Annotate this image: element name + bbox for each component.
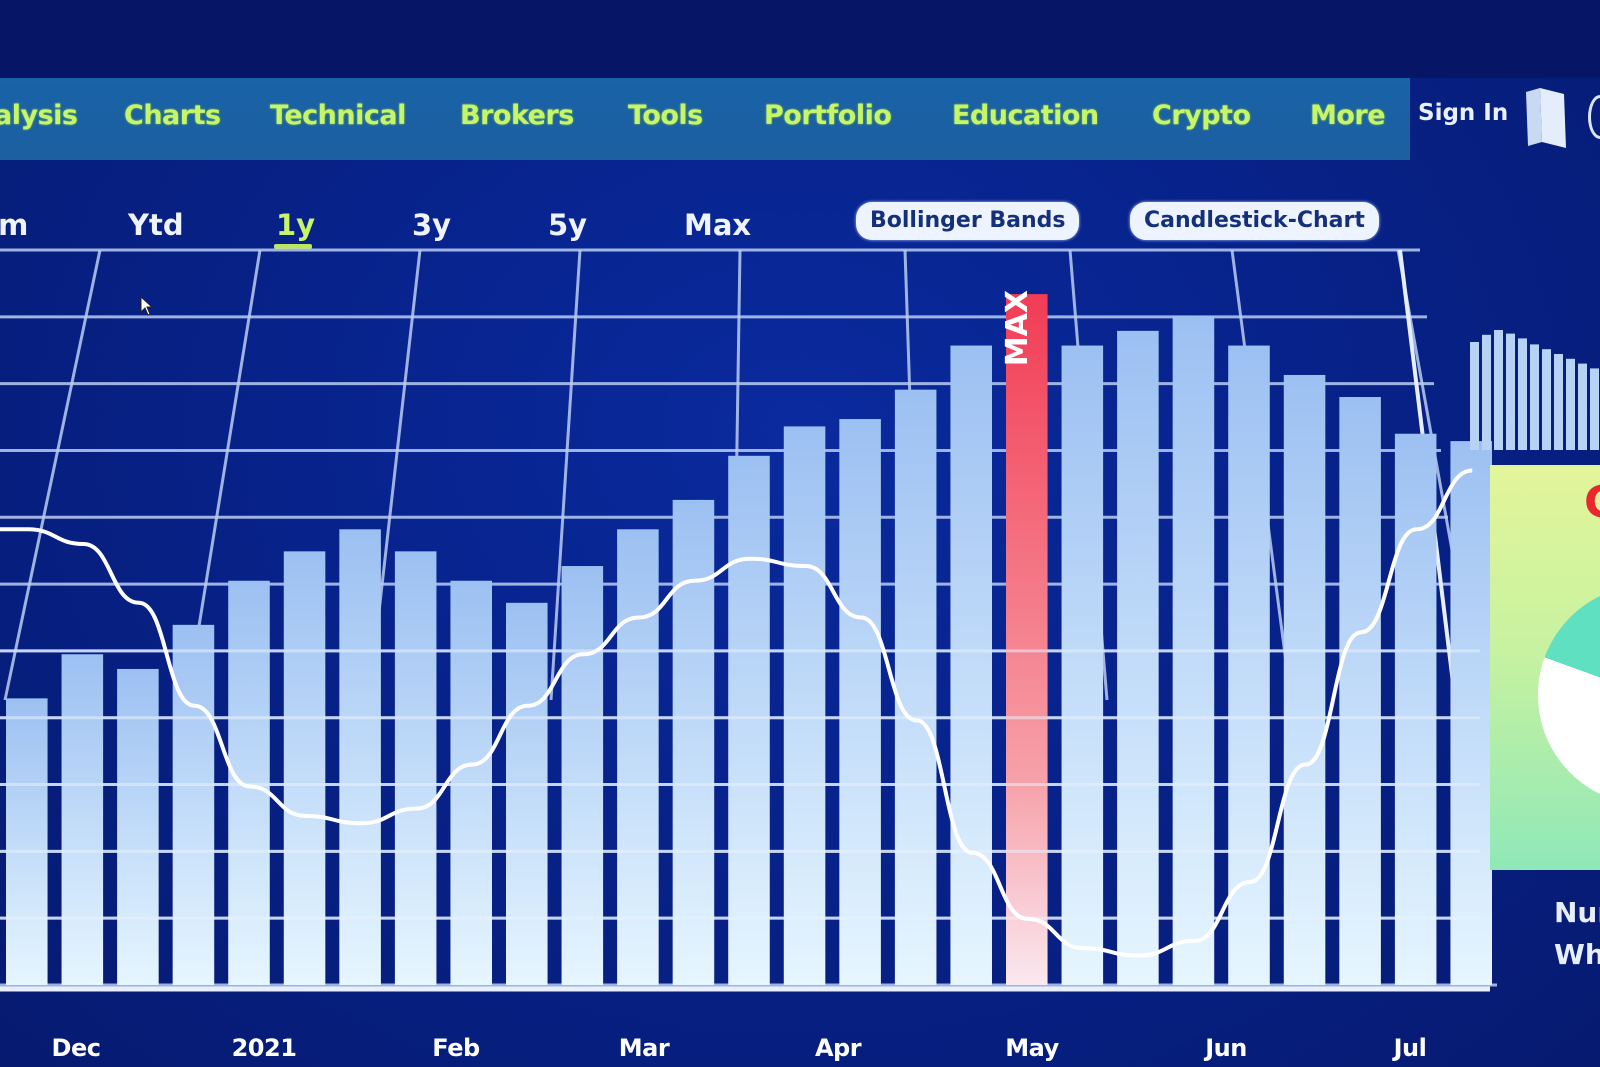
mini-bar xyxy=(1518,338,1527,450)
pie-card-title: C xyxy=(1584,477,1600,528)
bar[interactable] xyxy=(561,566,604,985)
mini-bar xyxy=(1566,358,1575,450)
pie-chart xyxy=(1538,585,1600,805)
mini-bar-chart xyxy=(1470,330,1599,450)
mini-bar xyxy=(1506,333,1515,450)
mini-bar xyxy=(1494,330,1503,450)
bar[interactable] xyxy=(6,698,48,985)
bar-max[interactable] xyxy=(1006,294,1048,986)
bar[interactable] xyxy=(672,499,715,985)
mini-bar xyxy=(1578,363,1587,450)
x-tick-label: Feb xyxy=(432,1034,480,1062)
pie-chart-card: C xyxy=(1490,465,1600,870)
x-tick-label: Mar xyxy=(618,1034,670,1062)
mini-bar xyxy=(1542,349,1551,450)
max-bar-label: MAX xyxy=(1000,290,1035,366)
x-tick-label: May xyxy=(1005,1034,1059,1062)
bar[interactable] xyxy=(894,389,937,985)
mini-bar xyxy=(1482,334,1491,450)
bar[interactable] xyxy=(339,529,381,985)
mini-bar xyxy=(1530,344,1539,450)
x-tick-label: Apr xyxy=(814,1034,862,1062)
bar[interactable] xyxy=(783,426,826,985)
bar[interactable] xyxy=(1394,433,1437,985)
bar[interactable] xyxy=(61,654,104,985)
bar[interactable] xyxy=(450,580,492,985)
bar[interactable] xyxy=(1450,441,1492,986)
bar[interactable] xyxy=(283,551,326,985)
bar[interactable] xyxy=(617,529,659,985)
mouse-cursor-icon xyxy=(140,296,154,316)
mini-bar xyxy=(1590,368,1599,450)
bar[interactable] xyxy=(506,602,548,985)
x-tick-label: Dec xyxy=(51,1034,101,1062)
x-tick-label: Jun xyxy=(1205,1034,1247,1062)
bar[interactable] xyxy=(394,551,437,985)
bar[interactable] xyxy=(839,419,881,985)
bar[interactable] xyxy=(950,345,992,985)
bar[interactable] xyxy=(228,580,270,985)
side-panel-text: Wh xyxy=(1554,938,1600,971)
bar[interactable] xyxy=(728,455,770,985)
x-tick-label: Jul xyxy=(1393,1034,1427,1062)
mini-bar xyxy=(1554,354,1563,450)
price-chart: MAX xyxy=(0,248,1497,992)
bar[interactable] xyxy=(1339,397,1381,985)
mini-bar xyxy=(1470,342,1479,450)
bar[interactable] xyxy=(1061,345,1104,985)
x-tick-label: 2021 xyxy=(231,1034,297,1062)
bar[interactable] xyxy=(1283,374,1326,985)
bar[interactable] xyxy=(1117,330,1159,986)
bar[interactable] xyxy=(172,624,215,985)
side-panel-text: Nur xyxy=(1554,896,1600,929)
bar-series: MAX xyxy=(0,290,1492,986)
